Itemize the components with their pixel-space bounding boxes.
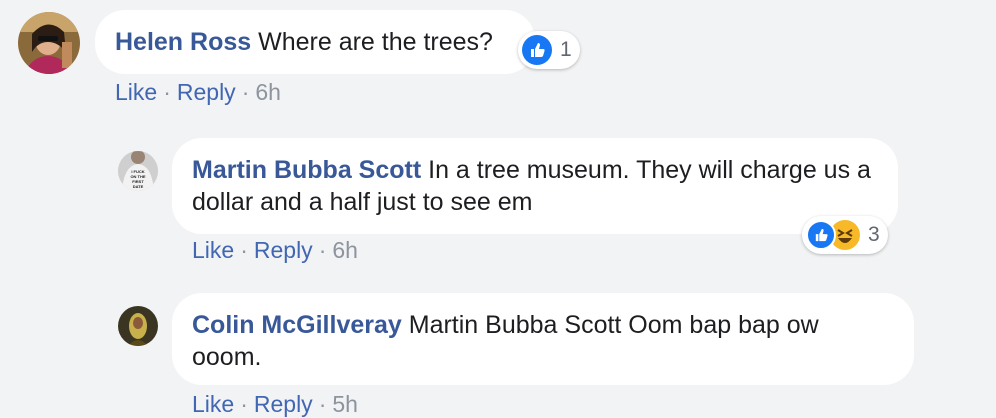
- avatar-image: [18, 12, 80, 74]
- avatar-image: I FUCK ON THE FIRST DATE: [118, 151, 158, 191]
- comment-bubble: Colin McGillveray Martin Bubba Scott Oom…: [172, 293, 914, 385]
- avatar-helen-ross[interactable]: [18, 12, 80, 74]
- comment-actions: Like · Reply · 6h: [192, 236, 358, 264]
- avatar-colin-mcgillveray[interactable]: [118, 306, 158, 346]
- comment-author-name[interactable]: Martin Bubba Scott: [192, 156, 421, 184]
- comment-timestamp[interactable]: 5h: [332, 391, 358, 417]
- reply-button[interactable]: Reply: [254, 391, 313, 417]
- avatar-martin-bubba-scott[interactable]: I FUCK ON THE FIRST DATE: [118, 151, 158, 191]
- reply-button[interactable]: Reply: [254, 237, 313, 263]
- like-icon: [522, 35, 552, 65]
- like-button[interactable]: Like: [115, 79, 157, 105]
- comment-bubble: Helen Ross Where are the trees?: [95, 10, 535, 74]
- separator-dot: ·: [240, 391, 248, 417]
- separator-dot: ·: [241, 79, 250, 105]
- comment-bubble: Martin Bubba Scott In a tree museum. The…: [172, 138, 898, 234]
- avatar-image: [118, 306, 158, 346]
- comment-timestamp[interactable]: 6h: [255, 79, 281, 105]
- comment-author-name[interactable]: Colin McGillveray: [192, 311, 402, 339]
- like-button[interactable]: Like: [192, 391, 234, 417]
- comment-timestamp[interactable]: 6h: [332, 237, 358, 263]
- separator-dot: ·: [318, 391, 327, 417]
- svg-text:DATE: DATE: [133, 184, 144, 189]
- reply-button[interactable]: Reply: [177, 79, 236, 105]
- like-button[interactable]: Like: [192, 237, 234, 263]
- reaction-count: 3: [868, 223, 880, 246]
- like-icon: [806, 220, 836, 250]
- separator-dot: ·: [240, 237, 248, 263]
- comment-text: Where are the trees?: [258, 28, 493, 56]
- reaction-summary[interactable]: 3: [802, 216, 888, 254]
- comment-author-name[interactable]: Helen Ross: [115, 28, 251, 56]
- reaction-summary[interactable]: 1: [518, 31, 580, 69]
- comment-actions: Like · Reply · 6h: [115, 78, 281, 106]
- separator-dot: ·: [163, 79, 171, 105]
- separator-dot: ·: [318, 237, 327, 263]
- reaction-count: 1: [560, 38, 572, 61]
